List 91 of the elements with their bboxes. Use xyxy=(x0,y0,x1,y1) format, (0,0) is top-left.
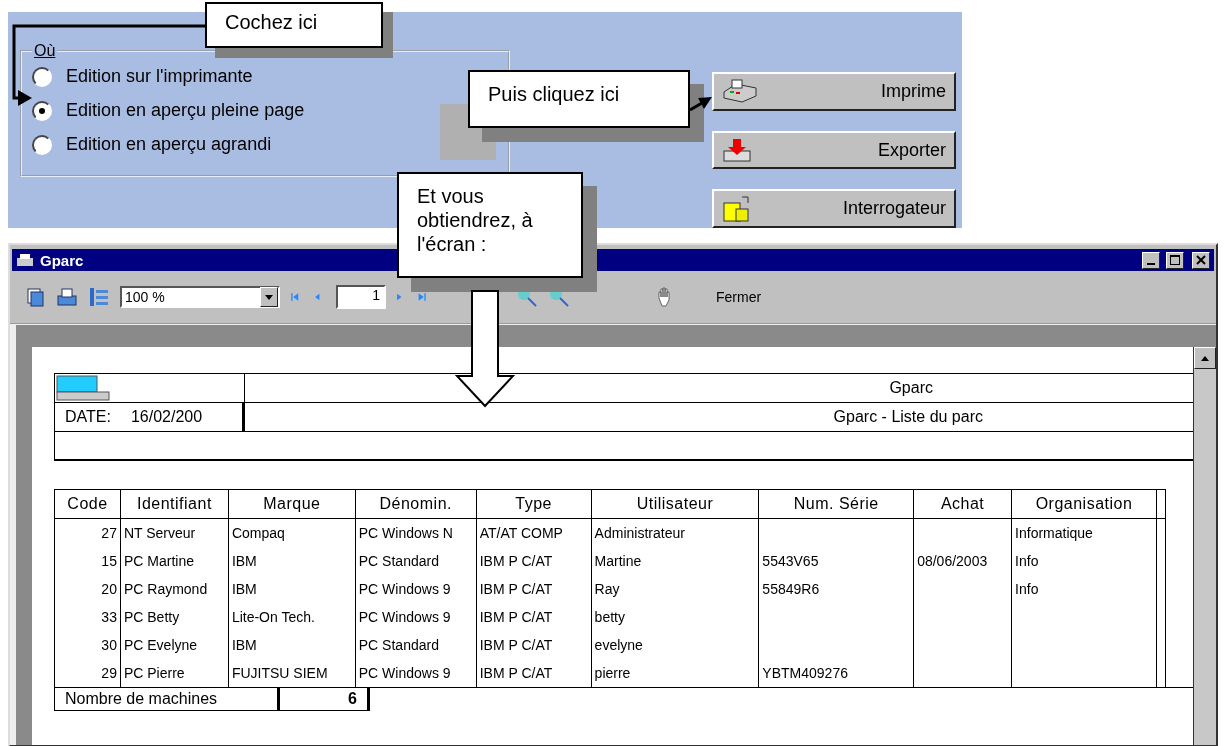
table-cell: AT/AT COMP xyxy=(476,518,592,547)
report-subtitle: Gparc - Liste du parc xyxy=(833,408,983,426)
table-cell: Ray xyxy=(591,575,759,603)
column-header: Code xyxy=(54,489,121,519)
column-header: Marque xyxy=(228,489,356,519)
table-cell: 33 xyxy=(54,603,121,631)
scroll-up-button[interactable] xyxy=(1194,347,1216,369)
page-field[interactable]: 1 xyxy=(336,285,386,309)
table-cell: IBM P C/AT xyxy=(476,547,592,575)
close-icon xyxy=(1196,255,1206,265)
group-label: Où xyxy=(33,42,57,60)
table-cell: Martine xyxy=(591,547,759,575)
table-cell: PC Windows 9 xyxy=(355,603,477,631)
zoom-dropdown[interactable]: 100 % xyxy=(120,286,280,308)
table-cell: IBM P C/AT xyxy=(476,603,592,631)
table-cell: Informatique xyxy=(1011,518,1157,547)
table-cell: IBM xyxy=(228,631,356,659)
column-header: Num. Série xyxy=(758,489,914,519)
close-button[interactable] xyxy=(1192,251,1210,269)
table-cell: Info xyxy=(1011,575,1157,603)
column-header: Utilisateur xyxy=(591,489,759,519)
radio-button[interactable] xyxy=(32,134,52,155)
table-cell: Compaq xyxy=(228,518,356,547)
column-header: Dénomin. xyxy=(355,489,477,519)
column-header: Identifiant xyxy=(120,489,229,519)
table-cell: Lite-On Tech. xyxy=(228,603,356,631)
table-cell: evelyne xyxy=(591,631,759,659)
table-cell: betty xyxy=(591,603,759,631)
computer-icon xyxy=(55,374,111,402)
list-icon[interactable] xyxy=(88,286,110,308)
printer-icon[interactable] xyxy=(56,286,78,308)
table-cell: 15 xyxy=(54,547,121,575)
column-header: Organisation xyxy=(1011,489,1157,519)
table-cell: NT Serveur xyxy=(120,518,229,547)
scrollbar[interactable] xyxy=(1193,347,1216,745)
table-cell: IBM P C/AT xyxy=(476,575,592,603)
pointer-arrow xyxy=(690,96,712,112)
date-label: DATE: xyxy=(65,408,111,426)
table-cell: 55849R6 xyxy=(758,575,914,603)
table-cell: IBM xyxy=(228,575,356,603)
table-cell: PC Betty xyxy=(120,603,229,631)
dialog-button[interactable]: Interrogateur xyxy=(712,189,956,228)
table-cell: PC Martine xyxy=(120,547,229,575)
minimize-icon xyxy=(1147,262,1155,265)
maximize-button[interactable] xyxy=(1166,251,1184,269)
cube-icon xyxy=(722,194,752,223)
report-title: Gparc xyxy=(889,379,933,397)
table-cell: PC Windows 9 xyxy=(355,659,477,687)
export-icon xyxy=(722,137,752,163)
column-header: Type xyxy=(476,489,592,519)
printer-icon xyxy=(722,78,758,105)
table-cell: 27 xyxy=(54,518,121,547)
up-arrow-icon xyxy=(1201,355,1209,361)
table-cell: 5543V65 xyxy=(758,547,914,575)
table-cell: Administrateur xyxy=(591,518,759,547)
table-cell: 29 xyxy=(54,659,121,687)
window-title: Gparc xyxy=(40,251,85,269)
column-header: Achat xyxy=(913,489,1012,519)
radio-option[interactable]: Edition sur l'imprimante xyxy=(32,66,253,87)
table-cell: Info xyxy=(1011,547,1157,575)
close-link[interactable]: Fermer xyxy=(710,288,768,306)
date-value: 16/02/200 xyxy=(130,408,203,426)
table-cell: PC Standard xyxy=(355,547,477,575)
table-cell: PC Windows 9 xyxy=(355,575,477,603)
pages-icon[interactable] xyxy=(24,286,46,308)
table-cell: 08/06/2003 xyxy=(913,547,1012,575)
table-cell: PC Raymond xyxy=(120,575,229,603)
radio-option[interactable]: Edition en aperçu agrandi xyxy=(32,134,272,155)
table-cell: IBM P C/AT xyxy=(476,631,592,659)
table-cell: IBM xyxy=(228,547,356,575)
maximize-icon xyxy=(1170,255,1180,265)
table-cell: 30 xyxy=(54,631,121,659)
footer-value: 6 xyxy=(280,688,370,711)
minimize-button[interactable] xyxy=(1142,251,1160,269)
table-cell: YBTM409276 xyxy=(758,659,914,687)
table-cell: PC Windows N xyxy=(355,518,477,547)
table-cell: PC Standard xyxy=(355,631,477,659)
table-cell: PC Evelyne xyxy=(120,631,229,659)
table-cell: FUJITSU SIEM xyxy=(228,659,356,687)
radio-button[interactable] xyxy=(32,66,52,87)
radio-button[interactable] xyxy=(32,100,52,121)
dialog-button[interactable]: Exporter xyxy=(712,130,956,170)
table-cell: pierre xyxy=(591,659,759,687)
table-cell: IBM P C/AT xyxy=(476,659,592,687)
radio-option[interactable]: Edition en aperçu pleine page xyxy=(32,100,305,121)
table-cell: PC Pierre xyxy=(120,659,229,687)
footer-label: Nombre de machines xyxy=(54,688,280,711)
dialog-button[interactable]: Imprime xyxy=(712,72,956,111)
table-cell: 20 xyxy=(54,575,121,603)
caret-icon xyxy=(265,294,273,300)
printer-icon xyxy=(16,253,34,267)
